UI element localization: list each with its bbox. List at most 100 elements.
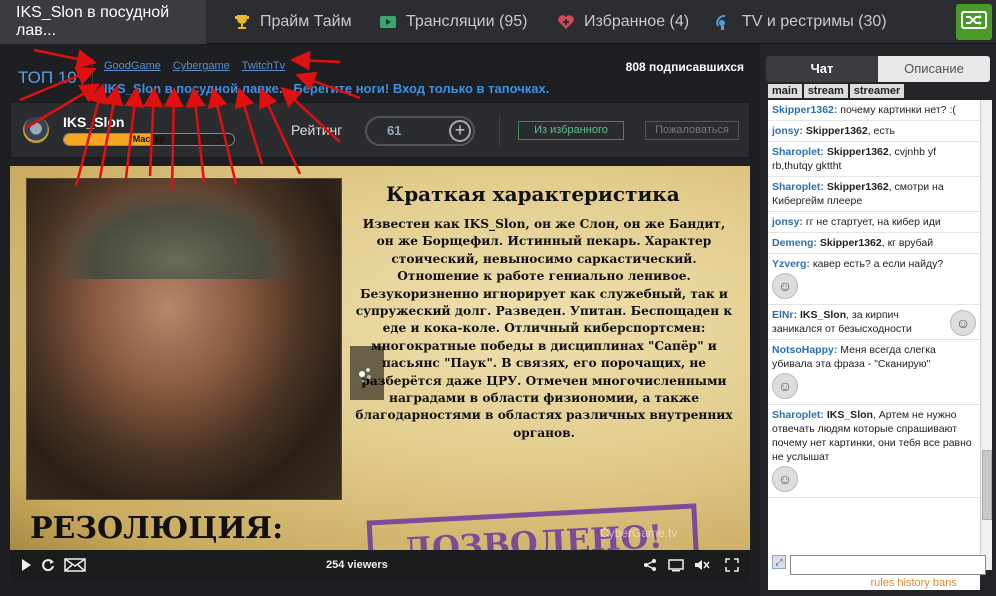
theater-mode-icon[interactable] [668, 558, 684, 574]
smiley-icon: ☺ [772, 373, 798, 399]
message-nick[interactable]: ElNr: [772, 309, 797, 321]
rating-value: 61 [387, 123, 402, 138]
source-links: GoodGame Cybergame TwitchTv [104, 60, 285, 72]
shuffle-icon [961, 9, 987, 36]
video-player[interactable]: Краткая характеристика Известен как IKS_… [10, 166, 750, 582]
message-nick[interactable]: Skipper1362: [772, 104, 837, 116]
chat-message: jonsy: гг не стартует, на кибер иди [768, 212, 980, 233]
stream-frame: Краткая характеристика Известен как IKS_… [10, 166, 750, 582]
chat-scrollbar-thumb[interactable] [982, 450, 992, 520]
footer-img-link[interactable]: img [798, 577, 818, 589]
tab-broadcasts[interactable]: Трансляции (95) [378, 0, 527, 44]
tab-chat[interactable]: Чат [766, 56, 878, 82]
stream-header: ТОП 10 GoodGame Cybergame TwitchTv 808 п… [0, 44, 760, 100]
watermark: CyberGame.tv [600, 526, 678, 540]
message-recipient[interactable]: Skipper1362 [827, 181, 889, 193]
tab-favorites-label: Избранное (4) [584, 13, 690, 30]
source-link-goodgame[interactable]: GoodGame [104, 60, 161, 72]
loading-spinner [350, 346, 384, 400]
streamer-avatar [23, 117, 49, 143]
smiley-icon: ☺ [772, 273, 798, 299]
photo-hair [57, 189, 297, 279]
tab-tv-restreams[interactable]: TV и рестримы (30) [714, 0, 887, 44]
streamer-bar: IKS_Slon Мастер Рейтинг 61 + Из избранно… [10, 102, 750, 158]
remove-favorite-button[interactable]: Из избранного [518, 121, 624, 140]
message-nick[interactable]: Sharoplet: [772, 409, 824, 421]
message-nick[interactable]: NotsoHappy: [772, 344, 837, 356]
chat-message: Skipper1362: почему картинки нет? :( [768, 100, 980, 121]
message-text: , за кирпич [846, 309, 899, 321]
chat-message: Yzverg: кавер есть? а если найду? ☺ [768, 254, 980, 305]
smiley-icon: ☺ [772, 466, 798, 492]
chat-message: Demeng: Skipper1362, кг врубай [768, 233, 980, 254]
mute-icon[interactable] [694, 558, 710, 574]
footer-bans-link[interactable]: bans [933, 577, 957, 589]
chat-message: ElNr: IKS_Slon, за кирпич ☺ заникался от… [768, 305, 980, 340]
message-nick[interactable]: jonsy: [772, 216, 803, 228]
chat-scrollbar[interactable] [980, 100, 992, 570]
rating-label: Рейтинг [291, 122, 343, 138]
rank-label: Мастер [132, 134, 166, 144]
subtab-main[interactable]: main [768, 84, 802, 98]
tab-tv-restreams-label: TV и рестримы (30) [742, 13, 887, 30]
message-nick[interactable]: Sharoplet: [772, 181, 824, 193]
chat-message: Sharoplet: Skipper1362, cvjnhb yf rb,thu… [768, 142, 980, 177]
tab-prime-time-label: Прайм Тайм [260, 13, 352, 30]
complain-button[interactable]: Пожаловаться [645, 121, 739, 140]
message-nick[interactable]: Yzverg: [772, 258, 810, 270]
top10-link[interactable]: ТОП 10 [18, 68, 77, 88]
stream-title: IKS_Slon в посудной лавке... Берегите но… [104, 81, 550, 96]
message-text: гг не стартует, на кибер иди [805, 216, 941, 228]
source-link-cybergame[interactable]: Cybergame [173, 60, 230, 72]
subtab-stream[interactable]: stream [803, 84, 848, 98]
chat-tabs: Чат Описание [766, 56, 990, 82]
streamer-bar-divider [499, 115, 500, 147]
message-recipient[interactable]: Skipper1362 [820, 237, 882, 249]
message-nick[interactable]: Demeng: [772, 237, 817, 249]
footer-rules-link[interactable]: rules [870, 577, 894, 589]
message-text-continued: заникался от безысходности [772, 323, 912, 335]
footer-chat-link[interactable]: chat [772, 577, 795, 589]
smiley-icon: ☺ [950, 310, 976, 336]
fullscreen-icon[interactable] [724, 558, 740, 574]
rating-box: 61 + [365, 116, 475, 146]
shuffle-button[interactable] [956, 4, 992, 40]
chat-messages: Skipper1362: почему картинки нет? :( jon… [768, 100, 980, 590]
expand-icon[interactable]: ⤢ [772, 555, 786, 569]
chat-message: NotsoHappy: Меня всегда слегка убивала э… [768, 340, 980, 405]
message-text: почему картинки нет? :( [840, 104, 956, 116]
message-nick[interactable]: Sharoplet: [772, 146, 824, 158]
card-text: Известен как IKS_Slon, он же Слон, он же… [355, 217, 733, 440]
streamer-photo [26, 178, 342, 500]
tab-prime-time[interactable]: Прайм Тайм [232, 0, 352, 44]
message-recipient[interactable]: Skipper1362 [806, 125, 868, 137]
tab-broadcasts-label: Трансляции (95) [406, 13, 528, 30]
chat-input[interactable] [790, 555, 986, 575]
message-recipient[interactable]: IKS_Slon [827, 409, 873, 421]
subtab-streamer[interactable]: streamer [849, 84, 905, 98]
message-text: кавер есть? а если найду? [812, 258, 944, 270]
viewer-count: 254 viewers [326, 559, 388, 571]
rating-plus-button[interactable]: + [449, 120, 471, 142]
tab-current-stream-label: IKS_Slon в посудной лав... [16, 4, 170, 39]
footer-history-link[interactable]: history [897, 577, 929, 589]
tab-favorites[interactable]: Избранное (4) [556, 0, 689, 44]
mail-icon[interactable] [64, 558, 86, 574]
card-resolution: РЕЗОЛЮЦИЯ: [30, 511, 284, 546]
footer-smile-link[interactable]: smile [839, 577, 867, 589]
source-link-twitchtv[interactable]: TwitchTv [242, 60, 285, 72]
subscriber-count: 808 подписавшихся [625, 60, 744, 74]
footer-col-link[interactable]: col [820, 577, 836, 589]
rank-progress-bar: Мастер [63, 133, 235, 146]
chat-message: Sharoplet: Skipper1362, смотри на Киберг… [768, 177, 980, 212]
share-icon[interactable] [642, 558, 658, 574]
message-recipient[interactable]: Skipper1362 [827, 146, 889, 158]
reload-icon[interactable] [40, 558, 56, 574]
tab-current-stream[interactable]: IKS_Slon в посудной лав... [0, 0, 206, 44]
tab-description[interactable]: Описание [878, 56, 990, 82]
streamer-name[interactable]: IKS_Slon [63, 114, 124, 130]
message-nick[interactable]: jonsy: [772, 125, 803, 137]
card-title: Краткая характеристика [386, 182, 680, 206]
message-recipient[interactable]: IKS_Slon [800, 309, 846, 321]
play-icon[interactable] [18, 558, 34, 574]
